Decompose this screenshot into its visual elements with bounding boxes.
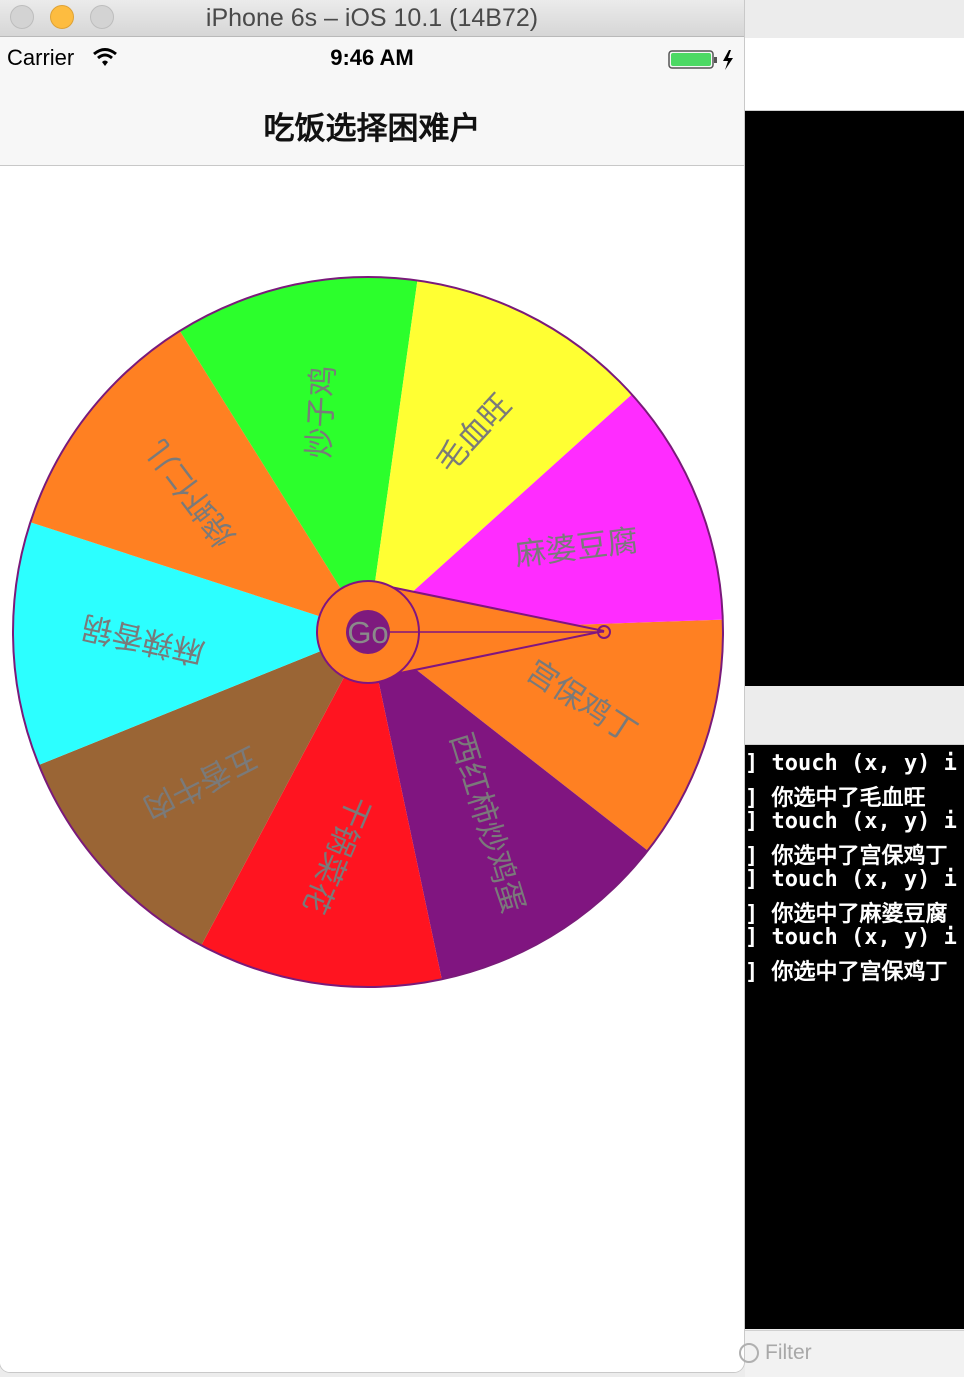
- filter-icon: [739, 1343, 759, 1363]
- console-line: ] touch (x, y) i: [745, 867, 957, 892]
- go-button-label: Go: [347, 615, 388, 650]
- console-header: [745, 686, 964, 745]
- simulator-window: iPhone 6s – iOS 10.1 (14B72) Carrier 9:4…: [0, 0, 744, 1372]
- battery-icon: [668, 50, 733, 70]
- console-line: ] touch (x, y) i: [745, 925, 957, 950]
- food-wheel[interactable]: 宫保鸡丁西红柿炒鸡蛋干锅菜花五香牛肉麻辣香锅烧虾仁儿炒子鸡 毛血旺麻婆豆腐 Go: [0, 166, 744, 1066]
- status-time: 9:46 AM: [330, 45, 414, 70]
- variables-view: [745, 111, 964, 686]
- navigation-bar: 吃饭选择困难户: [0, 81, 744, 166]
- window-title: iPhone 6s – iOS 10.1 (14B72): [205, 4, 539, 32]
- console-line: ] 你选中了宫保鸡丁: [745, 960, 948, 985]
- console-filter-bar: [739, 1330, 964, 1377]
- ios-status-bar: Carrier 9:46 AM: [0, 37, 744, 81]
- console-line: ] touch (x, y) i: [745, 809, 957, 834]
- wheel-segment-label: 炒子鸡: [301, 365, 341, 460]
- console-line: ] touch (x, y) i: [745, 751, 957, 776]
- debug-toolbar: [745, 38, 964, 111]
- console-line: ] 你选中了毛血旺: [745, 786, 926, 811]
- main-content: 宫保鸡丁 西红柿炒鸡蛋 干锅菜花 五香牛肉 麻辣香锅 烧虾仁儿 炒子鸡 毛血旺 麻婆豆腐 Go: [0, 166, 744, 1372]
- page-title: 吃饭选择困难户: [263, 111, 481, 146]
- filter-input[interactable]: [765, 1339, 955, 1367]
- window-title-bar[interactable]: iPhone 6s – iOS 10.1 (14B72): [0, 0, 744, 37]
- console-line: ] 你选中了麻婆豆腐: [745, 902, 948, 927]
- console-output: ] touch (x, y) i ] 你选中了毛血旺 ] touch (x, y…: [745, 745, 964, 1329]
- console-line: ] 你选中了宫保鸡丁: [745, 844, 948, 869]
